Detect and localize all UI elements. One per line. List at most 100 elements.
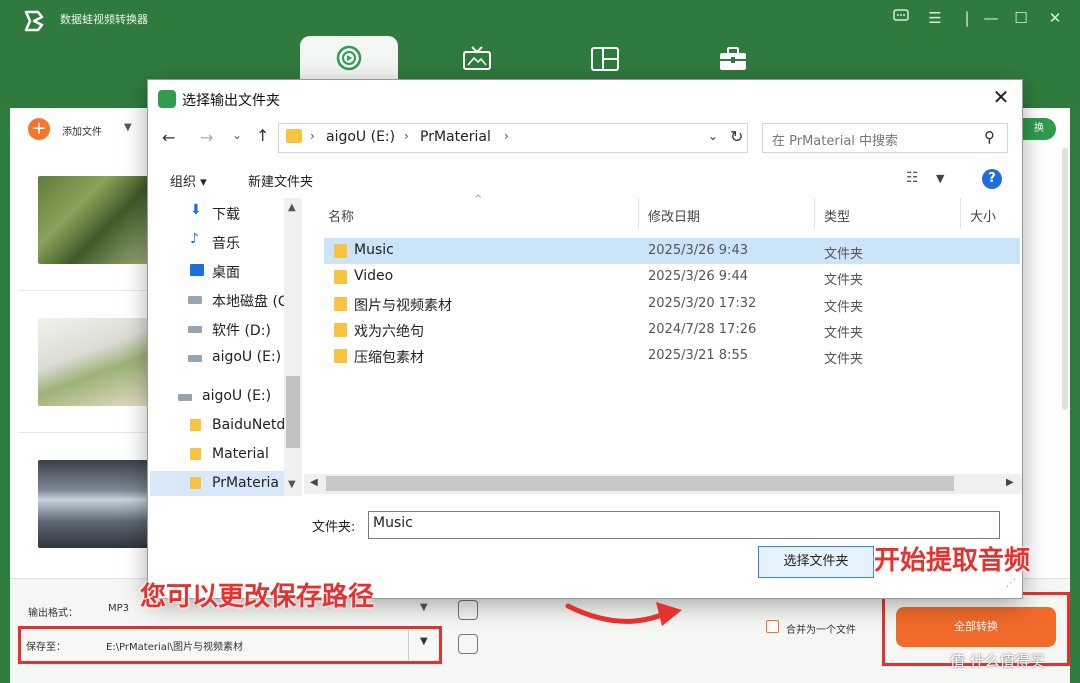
save-path-select[interactable]: E:\PrMaterial\图片与视频素材 <box>106 638 243 653</box>
tv-icon <box>463 46 491 70</box>
search-icon[interactable]: ⚲ <box>984 128 995 146</box>
video-thumbnail[interactable] <box>38 318 150 406</box>
chevron-down-icon[interactable]: ▼ <box>420 602 428 613</box>
column-header-date[interactable]: 修改日期 <box>648 206 700 225</box>
video-thumbnail[interactable] <box>38 176 150 264</box>
chevron-down-icon[interactable]: ⌄ <box>708 129 718 143</box>
format-settings-icon[interactable] <box>458 600 478 620</box>
drive-icon <box>188 326 202 333</box>
tree-item-baidunetdisk[interactable]: BaiduNetd <box>150 413 300 439</box>
folder-icon <box>334 349 347 363</box>
organize-button[interactable]: 组织 ▾ <box>170 171 207 190</box>
column-separator[interactable] <box>814 198 815 228</box>
download-icon: ⬇ <box>190 202 202 218</box>
scroll-up-icon[interactable]: ▲ <box>288 202 296 213</box>
drive-icon <box>178 394 192 401</box>
folder-icon <box>190 477 201 489</box>
column-header-type[interactable]: 类型 <box>824 206 850 225</box>
chevron-right-icon[interactable]: › <box>504 129 509 143</box>
minimize-icon[interactable]: — <box>980 8 1002 28</box>
horizontal-scroll-thumb[interactable] <box>326 476 954 491</box>
breadcrumb-item[interactable]: aigoU (E:) <box>326 129 395 145</box>
file-row[interactable]: Music 2025/3/26 9:43 文件夹 <box>324 238 1020 264</box>
back-arrow-icon[interactable]: ← <box>162 128 175 147</box>
app-logo-icon <box>24 10 44 32</box>
maximize-icon[interactable]: ☐ <box>1010 8 1032 28</box>
chevron-right-icon[interactable]: › <box>310 129 315 143</box>
navigation-tree: ⬇ 下载 ♪ 音乐 桌面 本地磁盘 (C 软件 (D:) aigoU (E:) … <box>150 198 300 496</box>
file-row[interactable]: 图片与视频素材 2025/3/20 17:32 文件夹 <box>324 291 1020 317</box>
add-file-button[interactable]: 添加文件 <box>62 123 102 138</box>
add-file-dropdown-icon[interactable]: ▼ <box>124 122 132 133</box>
music-icon: ♪ <box>190 231 199 247</box>
drive-icon <box>188 296 202 304</box>
up-arrow-icon[interactable]: ↑ <box>256 126 269 145</box>
select-folder-button[interactable]: 选择文件夹 <box>758 546 874 578</box>
tree-item-drive-d[interactable]: 软件 (D:) <box>150 316 300 342</box>
search-placeholder: 在 PrMaterial 中搜索 <box>772 134 899 149</box>
folder-icon <box>190 448 201 460</box>
chevron-down-icon[interactable]: ▼ <box>420 636 428 647</box>
tab-tv[interactable] <box>428 36 526 82</box>
column-separator[interactable] <box>960 198 961 228</box>
chevron-right-icon[interactable]: › <box>404 129 409 143</box>
convert-icon <box>336 45 362 71</box>
tree-scrollbar[interactable] <box>284 198 302 496</box>
file-row[interactable]: 压缩包素材 2025/3/21 8:55 文件夹 <box>324 343 1020 369</box>
video-thumbnail[interactable] <box>38 460 150 548</box>
folder-icon <box>334 323 347 337</box>
folder-icon <box>334 244 347 258</box>
recent-locations-icon[interactable]: ⌄ <box>232 128 242 142</box>
file-row[interactable]: 戏为六绝句 2024/7/28 17:26 文件夹 <box>324 317 1020 343</box>
scroll-right-icon[interactable]: ▶ <box>1006 477 1014 488</box>
tree-item-prmaterial[interactable]: PrMateria <box>150 471 300 496</box>
tree-item-drive-c[interactable]: 本地磁盘 (C <box>150 287 300 313</box>
dialog-app-icon <box>158 90 176 108</box>
tab-layout[interactable] <box>556 36 654 82</box>
convert-all-button[interactable]: 全部转换 <box>896 607 1056 647</box>
close-icon[interactable]: ✕ <box>990 86 1012 108</box>
column-separator[interactable] <box>638 198 639 228</box>
folder-name-input[interactable]: Music <box>368 511 1000 539</box>
tab-toolbox[interactable] <box>684 36 782 82</box>
tree-item-drive-e[interactable]: aigoU (E:) <box>150 345 300 371</box>
output-format-select[interactable]: MP3 <box>108 603 129 614</box>
merge-checkbox[interactable] <box>766 620 779 633</box>
scroll-down-icon[interactable]: ▼ <box>288 479 296 490</box>
layout-icon <box>591 47 619 71</box>
file-row[interactable]: Video 2025/3/26 9:44 文件夹 <box>324 264 1020 290</box>
chevron-down-icon[interactable]: ▼ <box>936 172 944 185</box>
watermark: 值 什么值得买 <box>950 652 1045 670</box>
list-scrollbar[interactable] <box>1062 148 1068 410</box>
tree-item-desktop[interactable]: 桌面 <box>150 258 300 284</box>
row-divider <box>18 290 152 291</box>
new-folder-button[interactable]: 新建文件夹 <box>248 171 313 190</box>
divider <box>408 630 409 660</box>
divider-icon: | <box>964 9 970 27</box>
output-format-label: 输出格式： <box>28 608 78 619</box>
annotation-change-path: 您可以更改保存路径 <box>140 582 375 612</box>
column-header-name[interactable]: 名称 <box>328 206 354 225</box>
tree-item-drive-e-root[interactable]: aigoU (E:) <box>150 384 300 410</box>
feedback-icon[interactable] <box>890 8 912 28</box>
forward-arrow-icon[interactable]: → <box>200 128 213 147</box>
help-icon[interactable]: ? <box>982 169 1002 189</box>
folder-icon <box>190 419 201 431</box>
breadcrumb-item[interactable]: PrMaterial <box>420 129 491 145</box>
tree-scroll-thumb[interactable] <box>286 376 300 448</box>
resize-grip-icon[interactable]: ⋰ <box>1006 578 1016 589</box>
refresh-icon[interactable]: ↻ <box>730 127 743 146</box>
open-folder-icon[interactable] <box>458 634 478 654</box>
close-app-icon[interactable]: ✕ <box>1044 8 1066 28</box>
column-header-size[interactable]: 大小 <box>970 206 996 225</box>
tree-item-music[interactable]: ♪ 音乐 <box>150 229 300 255</box>
menu-icon[interactable]: ☰ <box>924 8 946 28</box>
drive-icon <box>188 355 202 362</box>
annotation-extract-audio: 开始提取音频 <box>874 546 1031 576</box>
tree-item-material[interactable]: Material <box>150 442 300 468</box>
scroll-left-icon[interactable]: ◀ <box>310 477 318 488</box>
add-file-icon[interactable]: + <box>28 118 50 140</box>
tree-item-downloads[interactable]: ⬇ 下载 <box>150 200 300 226</box>
view-options-icon[interactable]: ☷ <box>906 170 919 186</box>
dialog-title: 选择输出文件夹 <box>182 93 280 109</box>
